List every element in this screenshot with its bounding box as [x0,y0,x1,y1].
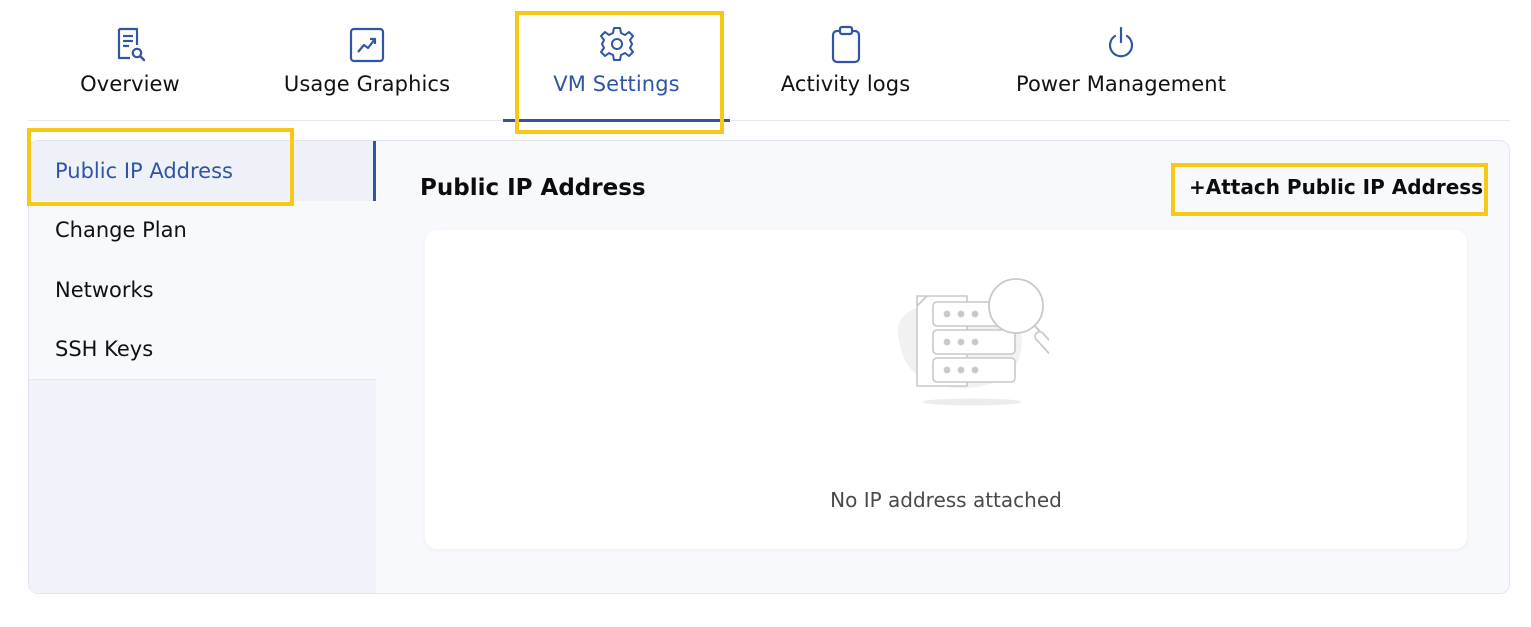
clipboard-icon [826,24,866,64]
tab-power-management[interactable]: Power Management [1011,0,1231,121]
sidebar-item-networks[interactable]: Networks [29,260,376,320]
empty-state-card: No IP address attached [425,230,1467,549]
gear-icon [597,24,637,64]
tab-vm-settings[interactable]: VM Settings [503,0,730,122]
document-search-icon [110,24,150,64]
tab-activity-logs[interactable]: Activity logs [778,0,913,121]
settings-menu: Public IP Address Change Plan Networks S… [29,141,376,380]
tab-overview[interactable]: Overview [78,0,182,121]
settings-sidebar: Public IP Address Change Plan Networks S… [29,141,376,593]
tab-bar: Overview Usage Graphics VM Settings Acti… [28,0,1510,122]
vm-settings-panel: Public IP Address Change Plan Networks S… [28,140,1510,594]
section-title: Public IP Address [420,175,646,201]
tab-label: Activity logs [780,72,911,96]
sidebar-item-change-plan[interactable]: Change Plan [29,201,376,261]
sidebar-item-public-ip[interactable]: Public IP Address [29,141,376,201]
tab-label: Power Management [1015,72,1227,96]
power-icon [1101,24,1141,64]
server-search-illustration [859,278,1057,418]
empty-state-message: No IP address attached [830,488,1062,512]
tab-label: VM Settings [553,72,680,96]
chart-trend-icon [347,24,387,64]
tab-label: Usage Graphics [283,72,451,96]
attach-public-ip-button[interactable]: +Attach Public IP Address [1189,175,1483,199]
sidebar-item-ssh-keys[interactable]: SSH Keys [29,320,376,380]
tab-usage-graphics[interactable]: Usage Graphics [280,0,454,121]
tab-label: Overview [80,72,180,96]
